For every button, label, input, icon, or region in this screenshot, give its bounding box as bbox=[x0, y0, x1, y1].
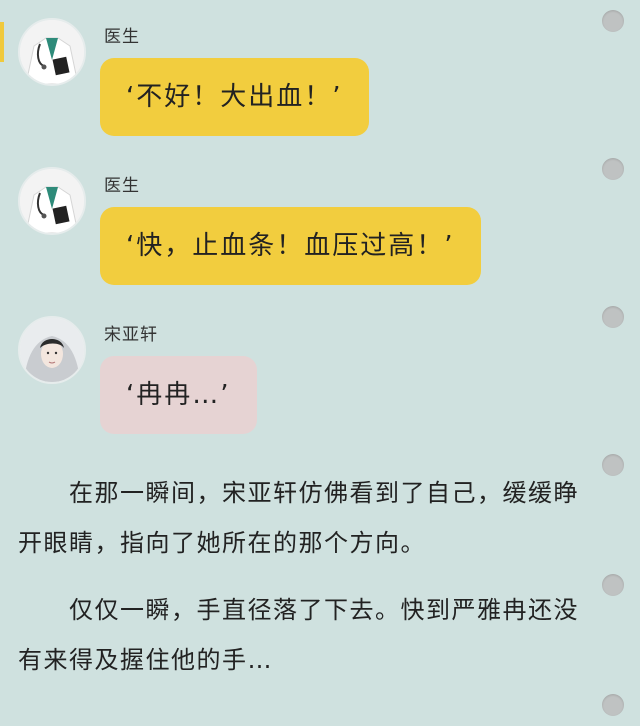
binder-hole bbox=[602, 694, 624, 716]
doctor-avatar[interactable] bbox=[18, 18, 86, 86]
binder-hole bbox=[602, 10, 624, 32]
narration-paragraph: 在那一瞬间，宋亚轩仿佛看到了自己，缓缓睁开眼睛，指向了她所在的那个方向。 bbox=[18, 468, 598, 568]
doctor-avatar[interactable] bbox=[18, 167, 86, 235]
chat-message: 医生 ‘不好！大出血！’ bbox=[18, 18, 580, 138]
chat-message: 宋亚轩 ‘冉冉…’ bbox=[18, 316, 580, 436]
person-avatar[interactable] bbox=[18, 316, 86, 384]
binder-hole bbox=[602, 158, 624, 180]
binder-hole bbox=[602, 574, 624, 596]
binder-hole bbox=[602, 454, 624, 476]
chat-message: 医生 ‘快，止血条！血压过高！’ bbox=[18, 167, 580, 287]
sender-name: 宋亚轩 bbox=[104, 325, 158, 345]
narration-text: 仅仅一瞬，手直径落了下去。快到严雅冉还没有来得及握住他的手… bbox=[18, 596, 579, 674]
message-bubble[interactable]: ‘冉冉…’ bbox=[100, 356, 257, 434]
message-bubble[interactable]: ‘不好！大出血！’ bbox=[100, 58, 369, 136]
narration-paragraph: 仅仅一瞬，手直径落了下去。快到严雅冉还没有来得及握住他的手… bbox=[18, 585, 598, 685]
narration-text: 在那一瞬间，宋亚轩仿佛看到了自己，缓缓睁开眼睛，指向了她所在的那个方向。 bbox=[18, 479, 579, 557]
edge-marker bbox=[0, 22, 4, 62]
binder-hole bbox=[602, 306, 624, 328]
sender-name: 医生 bbox=[104, 27, 140, 47]
message-bubble[interactable]: ‘快，止血条！血压过高！’ bbox=[100, 207, 481, 285]
sender-name: 医生 bbox=[104, 176, 140, 196]
